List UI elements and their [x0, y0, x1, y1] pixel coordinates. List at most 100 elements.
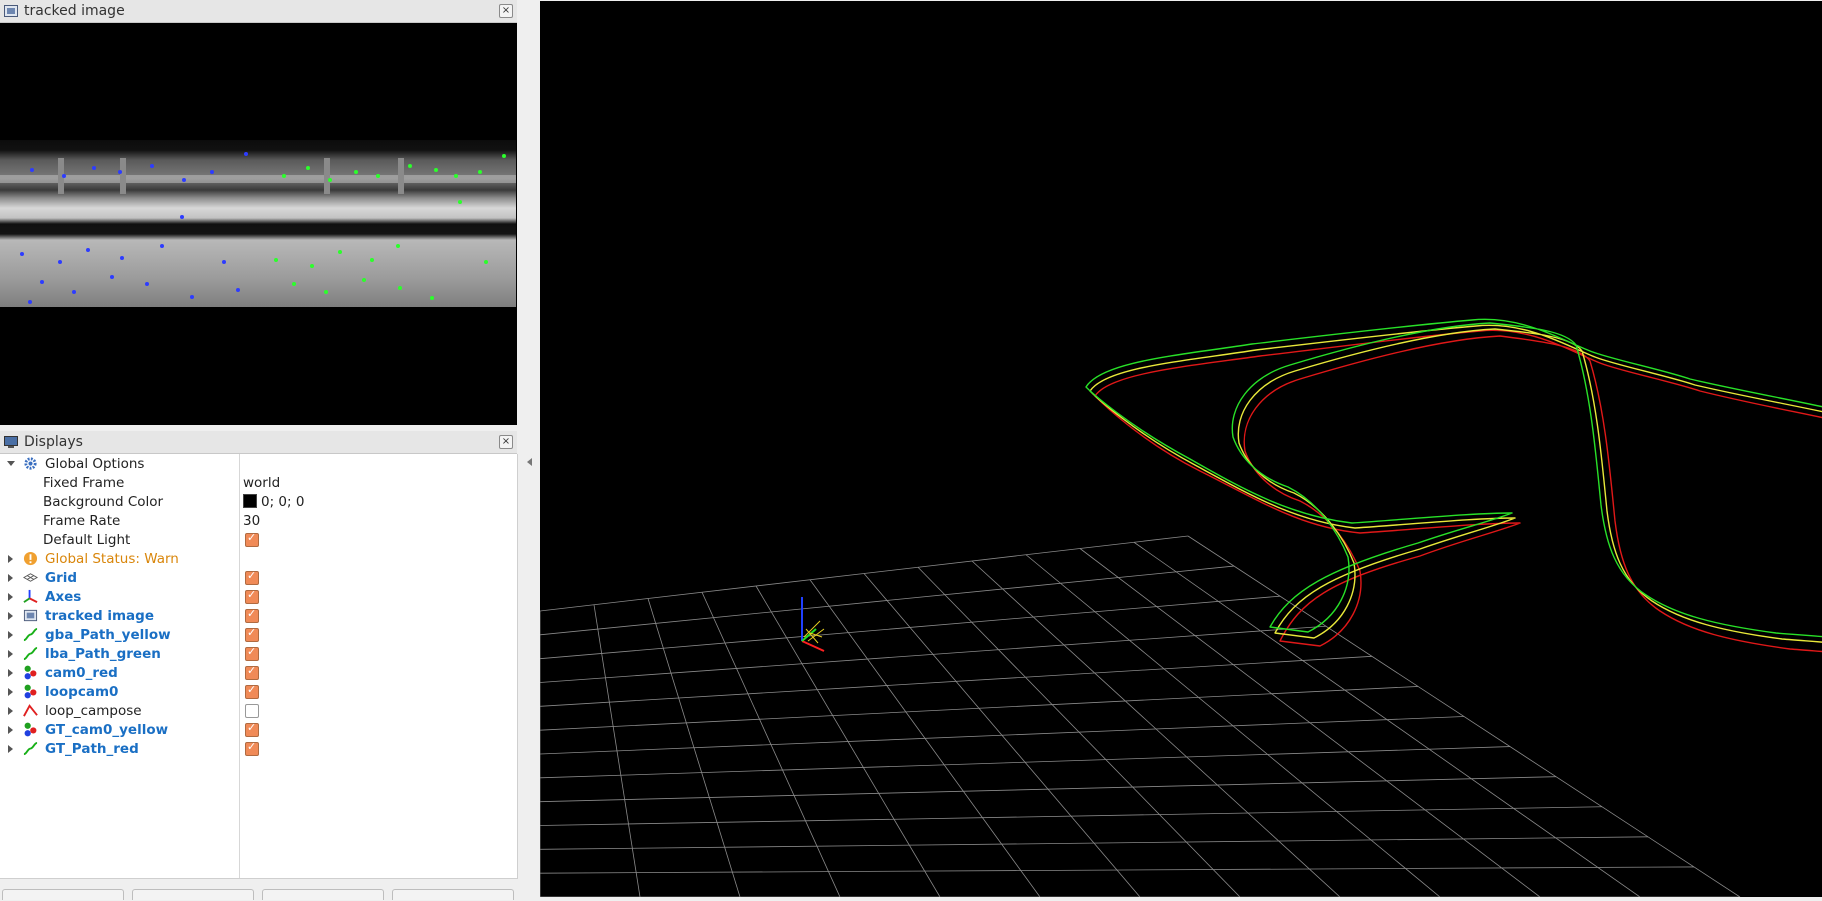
expand-arrow-icon[interactable]	[8, 744, 13, 753]
tree-row-display-item[interactable]: Axes	[0, 587, 517, 606]
display-enabled-checkbox[interactable]	[245, 740, 259, 756]
collapse-arrow-icon[interactable]	[7, 461, 15, 466]
camera-axes	[801, 597, 825, 652]
global-status-label: Global Status: Warn	[45, 550, 179, 567]
path-icon	[23, 627, 38, 642]
expand-arrow-icon[interactable]	[8, 611, 13, 620]
grid-line	[539, 565, 1235, 636]
grid-line	[539, 746, 1511, 779]
tree-row-background-color[interactable]: Background Color 0; 0; 0	[0, 492, 517, 511]
tree-row-display-item[interactable]: loopcam0	[0, 682, 517, 701]
tree-row-display-item[interactable]: tracked image	[0, 606, 517, 625]
close-icon[interactable]: ×	[499, 435, 513, 449]
camera-right-image	[258, 140, 516, 307]
tracked-image-titlebar[interactable]: tracked image ×	[0, 0, 517, 23]
display-item-label: Axes	[45, 588, 82, 605]
display-item-label: loopcam0	[45, 683, 119, 700]
grid-line	[539, 655, 1373, 707]
tree-row-display-item[interactable]: cam0_red	[0, 663, 517, 682]
frame-rate-label: Frame Rate	[43, 512, 121, 529]
remove-button[interactable]	[262, 889, 384, 900]
rename-button[interactable]	[392, 889, 514, 900]
default-light-checkbox[interactable]	[245, 531, 259, 547]
display-item-label: loop_campose	[45, 702, 142, 719]
tracked-image-view	[0, 23, 517, 425]
tree-row-global-options[interactable]: Global Options	[0, 454, 517, 473]
image-icon	[23, 608, 38, 623]
expand-arrow-icon[interactable]	[8, 725, 13, 734]
default-light-label: Default Light	[43, 531, 131, 548]
duplicate-button[interactable]	[132, 889, 254, 900]
expand-arrow-icon[interactable]	[8, 668, 13, 677]
tree-row-fixed-frame[interactable]: Fixed Frame world	[0, 473, 517, 492]
tracked-image-title: tracked image	[24, 3, 125, 19]
grid-icon	[22, 570, 39, 585]
marker-icon	[23, 665, 38, 680]
grid-line	[539, 535, 1189, 612]
grid-line	[539, 866, 1695, 874]
splitter-arrow-icon[interactable]	[527, 458, 532, 466]
scene-canvas[interactable]	[539, 1, 1822, 898]
background-color-value[interactable]: 0; 0; 0	[243, 493, 305, 510]
lba-path-green	[1085, 318, 1822, 638]
path-icon	[23, 741, 38, 756]
display-item-label: lba_Path_green	[45, 645, 161, 662]
fixed-frame-label: Fixed Frame	[43, 474, 125, 491]
tree-row-display-item[interactable]: lba_Path_green	[0, 644, 517, 663]
color-swatch	[243, 493, 257, 508]
expand-arrow-icon[interactable]	[8, 649, 13, 658]
image-icon	[4, 5, 18, 17]
display-item-label: tracked image	[45, 607, 154, 624]
tree-row-frame-rate[interactable]: Frame Rate 30	[0, 511, 517, 530]
display-item-label: GT_cam0_yellow	[45, 721, 169, 738]
background-color-label: Background Color	[43, 493, 164, 510]
tree-row-display-item[interactable]: GT_cam0_yellow	[0, 720, 517, 739]
tree-row-display-item[interactable]: loop_campose	[0, 701, 517, 720]
display-enabled-checkbox[interactable]	[245, 664, 259, 680]
expand-arrow-icon[interactable]	[8, 687, 13, 696]
display-item-label: Grid	[45, 569, 78, 586]
display-enabled-checkbox[interactable]	[245, 703, 259, 718]
add-button[interactable]	[2, 889, 124, 900]
gear-icon	[24, 457, 37, 470]
display-item-label: GT_Path_red	[45, 740, 139, 757]
tree-row-display-item[interactable]: GT_Path_red	[0, 739, 517, 758]
close-icon[interactable]: ×	[499, 4, 513, 18]
expand-arrow-icon[interactable]	[8, 592, 13, 601]
displays-title: Displays	[24, 434, 83, 450]
expand-arrow-icon[interactable]	[8, 554, 13, 563]
display-item-label: gba_Path_yellow	[45, 626, 171, 643]
tree-row-global-status[interactable]: Global Status: Warn	[0, 549, 517, 568]
display-enabled-checkbox[interactable]	[245, 588, 259, 604]
tree-row-display-item[interactable]: gba_Path_yellow	[0, 625, 517, 644]
render-viewport-3d[interactable]	[539, 1, 1822, 898]
background-color-text: 0; 0; 0	[261, 493, 305, 510]
grid-line	[539, 806, 1603, 826]
grid-line	[539, 625, 1327, 683]
display-enabled-checkbox[interactable]	[245, 721, 259, 737]
displays-tree[interactable]: Global Options Fixed Frame world Backgro…	[0, 454, 518, 879]
monitor-icon	[4, 436, 18, 448]
grid-line	[539, 776, 1557, 803]
expand-arrow-icon[interactable]	[8, 706, 13, 715]
frame-rate-value[interactable]: 30	[243, 513, 260, 529]
fixed-frame-value[interactable]: world	[243, 475, 280, 491]
expand-arrow-icon[interactable]	[8, 630, 13, 639]
axes-icon	[23, 589, 38, 604]
tree-row-default-light[interactable]: Default Light	[0, 530, 517, 549]
display-enabled-checkbox[interactable]	[245, 569, 259, 585]
display-enabled-checkbox[interactable]	[245, 683, 259, 699]
path-icon	[23, 646, 38, 661]
display-item-label: cam0_red	[45, 664, 118, 681]
marker-icon	[23, 684, 38, 699]
display-enabled-checkbox[interactable]	[245, 626, 259, 642]
global-options-label: Global Options	[45, 455, 145, 472]
grid-line	[539, 595, 1281, 660]
displays-titlebar[interactable]: Displays ×	[0, 431, 517, 454]
expand-arrow-icon[interactable]	[8, 573, 13, 582]
tree-row-display-item[interactable]: Grid	[0, 568, 517, 587]
ground-grid	[539, 535, 1741, 898]
grid-line	[539, 836, 1649, 850]
display-enabled-checkbox[interactable]	[245, 645, 259, 661]
display-enabled-checkbox[interactable]	[245, 607, 259, 623]
